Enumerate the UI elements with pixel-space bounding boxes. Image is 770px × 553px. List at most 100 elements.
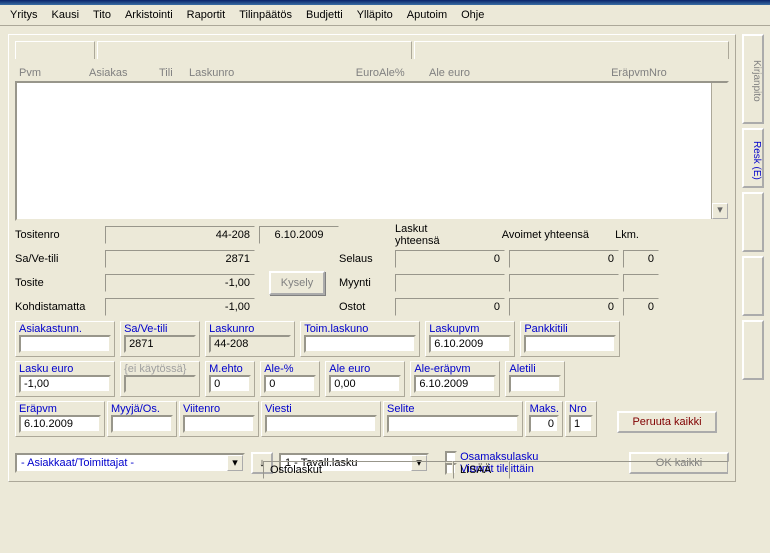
menu-arkistointi[interactable]: Arkistointi — [119, 7, 179, 23]
side-btn-3[interactable] — [742, 192, 764, 252]
input-viesti[interactable] — [265, 415, 377, 433]
side-resk[interactable]: Resk (E) — [742, 128, 764, 188]
menu-budjetti[interactable]: Budjetti — [300, 7, 349, 23]
input-aletili[interactable] — [509, 375, 561, 393]
val-savetili: 2871 — [105, 250, 255, 268]
lbl-maks: Maks. — [529, 403, 559, 415]
input-savetili: 2871 — [124, 335, 196, 353]
status-lisaa: LISÄÄ — [453, 461, 509, 479]
lbl-laskupvm: Laskupvm — [429, 323, 511, 335]
col-euro: Euro — [329, 67, 379, 79]
lbl-myyjaos: Myyjä/Os. — [111, 403, 173, 415]
val-ostot-lkm: 0 — [623, 298, 659, 316]
val-tositenro: 44-208 — [105, 226, 255, 244]
scroll-down-icon[interactable]: ▾ — [712, 203, 728, 219]
invoice-list[interactable]: ▾ — [15, 81, 729, 221]
val-kohdistamatta: -1,00 — [105, 298, 255, 316]
tab-1[interactable] — [15, 41, 95, 59]
val-selaus-lkm: 0 — [623, 250, 659, 268]
status-empty — [509, 461, 729, 479]
input-asiakastunn[interactable] — [19, 335, 111, 353]
input-alepct[interactable] — [264, 375, 316, 393]
val-myynti-lkm — [623, 274, 659, 292]
menu-yritys[interactable]: Yritys — [4, 7, 44, 23]
val-ostot-a: 0 — [509, 298, 619, 316]
input-laskueuro[interactable] — [19, 375, 111, 393]
col-laskunro: Laskunro — [189, 67, 329, 79]
input-viitenro[interactable] — [183, 415, 255, 433]
col-aleeuro: Ale euro — [429, 67, 559, 79]
main-panel: Pvm Asiakas Tili Laskunro Euro Ale% Ale … — [8, 34, 736, 482]
status-bar: Ostolaskut LISÄÄ — [15, 461, 729, 479]
lbl-selite: Selite — [387, 403, 519, 415]
input-laskupvm[interactable] — [429, 335, 511, 353]
input-toimlaskuno[interactable] — [304, 335, 416, 353]
col-pvm: Pvm — [19, 67, 89, 79]
col-erapvm: Eräpvm — [559, 67, 649, 79]
tab-row — [15, 41, 729, 59]
input-mehto[interactable] — [209, 375, 251, 393]
input-nro[interactable] — [569, 415, 593, 433]
menu-kausi[interactable]: Kausi — [46, 7, 86, 23]
col-tili: Tili — [159, 67, 189, 79]
lbl-viitenro: Viitenro — [183, 403, 255, 415]
input-maks[interactable] — [529, 415, 559, 433]
lbl-lkm: Lkm. — [589, 229, 639, 241]
tab-2[interactable] — [97, 41, 412, 59]
val-selaus-a: 0 — [509, 250, 619, 268]
side-btn-4[interactable] — [742, 256, 764, 316]
col-asiakas: Asiakas — [89, 67, 159, 79]
lbl-erapvm: Eräpvm — [19, 403, 101, 415]
lbl-toimlaskuno: Toim.laskuno — [304, 323, 416, 335]
side-kirjanpito[interactable]: Kirjanpito — [742, 34, 764, 124]
lbl-laskueuro: Lasku euro — [19, 363, 111, 375]
input-eikaytossa — [124, 375, 196, 393]
lbl-nro: Nro — [569, 403, 593, 415]
val-selaus-l: 0 — [395, 250, 505, 268]
lbl-laskut: Laskut yhteensä — [339, 223, 469, 247]
val-tositenro-date: 6.10.2009 — [259, 226, 339, 244]
scrollbar[interactable]: ▾ — [711, 83, 727, 219]
lbl-f-savetili: Sa/Ve-tili — [124, 323, 196, 335]
lbl-alepct: Ale-% — [264, 363, 316, 375]
menu-tito[interactable]: Tito — [87, 7, 117, 23]
lbl-myynti: Myynti — [339, 277, 395, 289]
lbl-kohdistamatta: Kohdistamatta — [15, 301, 105, 313]
lbl-f-laskunro: Laskunro — [209, 323, 291, 335]
menu-raportit[interactable]: Raportit — [181, 7, 232, 23]
lbl-viesti: Viesti — [265, 403, 377, 415]
col-alepct: Ale% — [379, 67, 429, 79]
menu-ohje[interactable]: Ohje — [455, 7, 490, 23]
input-aleerapvm[interactable] — [414, 375, 496, 393]
val-myynti-a — [509, 274, 619, 292]
side-btn-5[interactable] — [742, 320, 764, 380]
input-pankkitili[interactable] — [524, 335, 616, 353]
lbl-savetili: Sa/Ve-tili — [15, 253, 105, 265]
menu-tilinpaatos[interactable]: Tilinpäätös — [233, 7, 298, 23]
lbl-ostot: Ostot — [339, 301, 395, 313]
lbl-tosite: Tosite — [15, 277, 105, 289]
input-erapvm[interactable] — [19, 415, 101, 433]
kysely-button[interactable]: Kysely — [269, 271, 325, 295]
val-ostot-l: 0 — [395, 298, 505, 316]
menu-yllapito[interactable]: Ylläpito — [351, 7, 399, 23]
peruuta-button[interactable]: Peruuta kaikki — [617, 411, 717, 433]
col-nro: Nro — [649, 67, 689, 79]
input-laskunro: 44-208 — [209, 335, 291, 353]
input-selite[interactable] — [387, 415, 519, 433]
input-aleeuro[interactable] — [329, 375, 401, 393]
val-tosite: -1,00 — [105, 274, 255, 292]
menu-aputoim[interactable]: Aputoim — [401, 7, 453, 23]
lbl-eikaytossa: {ei käytössä} — [124, 363, 196, 375]
status-ostolaskut: Ostolaskut — [263, 461, 453, 479]
lbl-asiakastunn: Asiakastunn. — [19, 323, 111, 335]
lbl-mehto: M.ehto — [209, 363, 251, 375]
lbl-aleeuro: Ale euro — [329, 363, 401, 375]
lbl-aleerapvm: Ale-eräpvm — [414, 363, 496, 375]
input-myyjaos[interactable] — [111, 415, 173, 433]
tab-3[interactable] — [414, 41, 729, 59]
lbl-pankkitili: Pankkitili — [524, 323, 616, 335]
val-myynti-l — [395, 274, 505, 292]
lbl-selaus: Selaus — [339, 253, 395, 265]
lbl-avoimet: Avoimet yhteensä — [469, 229, 589, 241]
